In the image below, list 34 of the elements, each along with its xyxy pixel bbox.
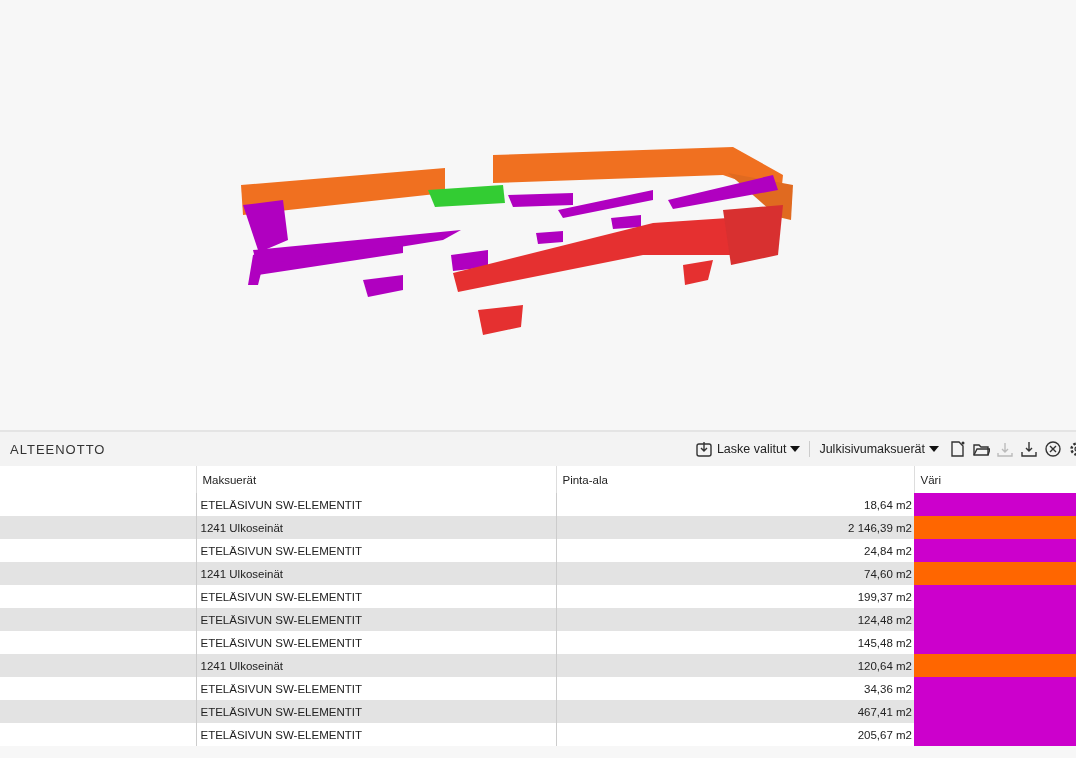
table-cell: 120,64 m2 (857, 659, 912, 672)
download-icon[interactable] (1020, 440, 1038, 458)
panel-title: ALTEENOTTO (10, 441, 106, 457)
table-cell: ETELÄSIVUN SW-ELEMENTIT (200, 544, 362, 557)
table-cell: 205,67 m2 (857, 728, 912, 741)
table-cell: 199,37 m2 (857, 590, 912, 603)
table-cell: 1241 Ulkoseinät (200, 659, 283, 672)
close-circle-icon[interactable] (1044, 440, 1062, 458)
table-cell: ETELÄSIVUN SW-ELEMENTIT (200, 636, 362, 649)
table-cell: 467,41 m2 (857, 705, 912, 718)
download-box-icon (694, 440, 713, 458)
table-cell: ETELÄSIVUN SW-ELEMENTIT (200, 728, 362, 741)
caret-icon (790, 445, 801, 453)
column-header[interactable]: Maksuerät (196, 466, 556, 493)
caret-icon (929, 445, 939, 453)
table-cell: 34,36 m2 (864, 682, 912, 695)
table-cell: 1241 Ulkoseinät (200, 521, 283, 534)
table-cell: ETELÄSIVUN SW-ELEMENTIT (200, 682, 362, 695)
table-cell: 1241 Ulkoseinät (200, 567, 283, 580)
table-cell: ETELÄSIVUN SW-ELEMENTIT (200, 590, 362, 603)
preset-dropdown[interactable]: Julkisivumaksuerät (816, 440, 942, 458)
table-cell: ETELÄSIVUN SW-ELEMENTIT (200, 613, 362, 626)
table-cell: 18,64 m2 (864, 498, 912, 511)
table-cell: 124,48 m2 (857, 613, 912, 626)
column-header[interactable]: Pinta-ala (556, 466, 914, 493)
table-cell: 2 146,39 m2 (848, 521, 912, 534)
table-cell: ETELÄSIVUN SW-ELEMENTIT (200, 705, 362, 718)
table-cell: ETELÄSIVUN SW-ELEMENTIT (200, 498, 362, 511)
table-cell: 24,84 m2 (864, 544, 912, 557)
calculate-button[interactable]: Laske valitut (691, 438, 804, 460)
new-file-icon[interactable] (948, 440, 966, 458)
table-cell: 145,48 m2 (857, 636, 912, 649)
table-cell: 74,60 m2 (864, 567, 912, 580)
column-header[interactable]: Väri (914, 466, 1076, 493)
